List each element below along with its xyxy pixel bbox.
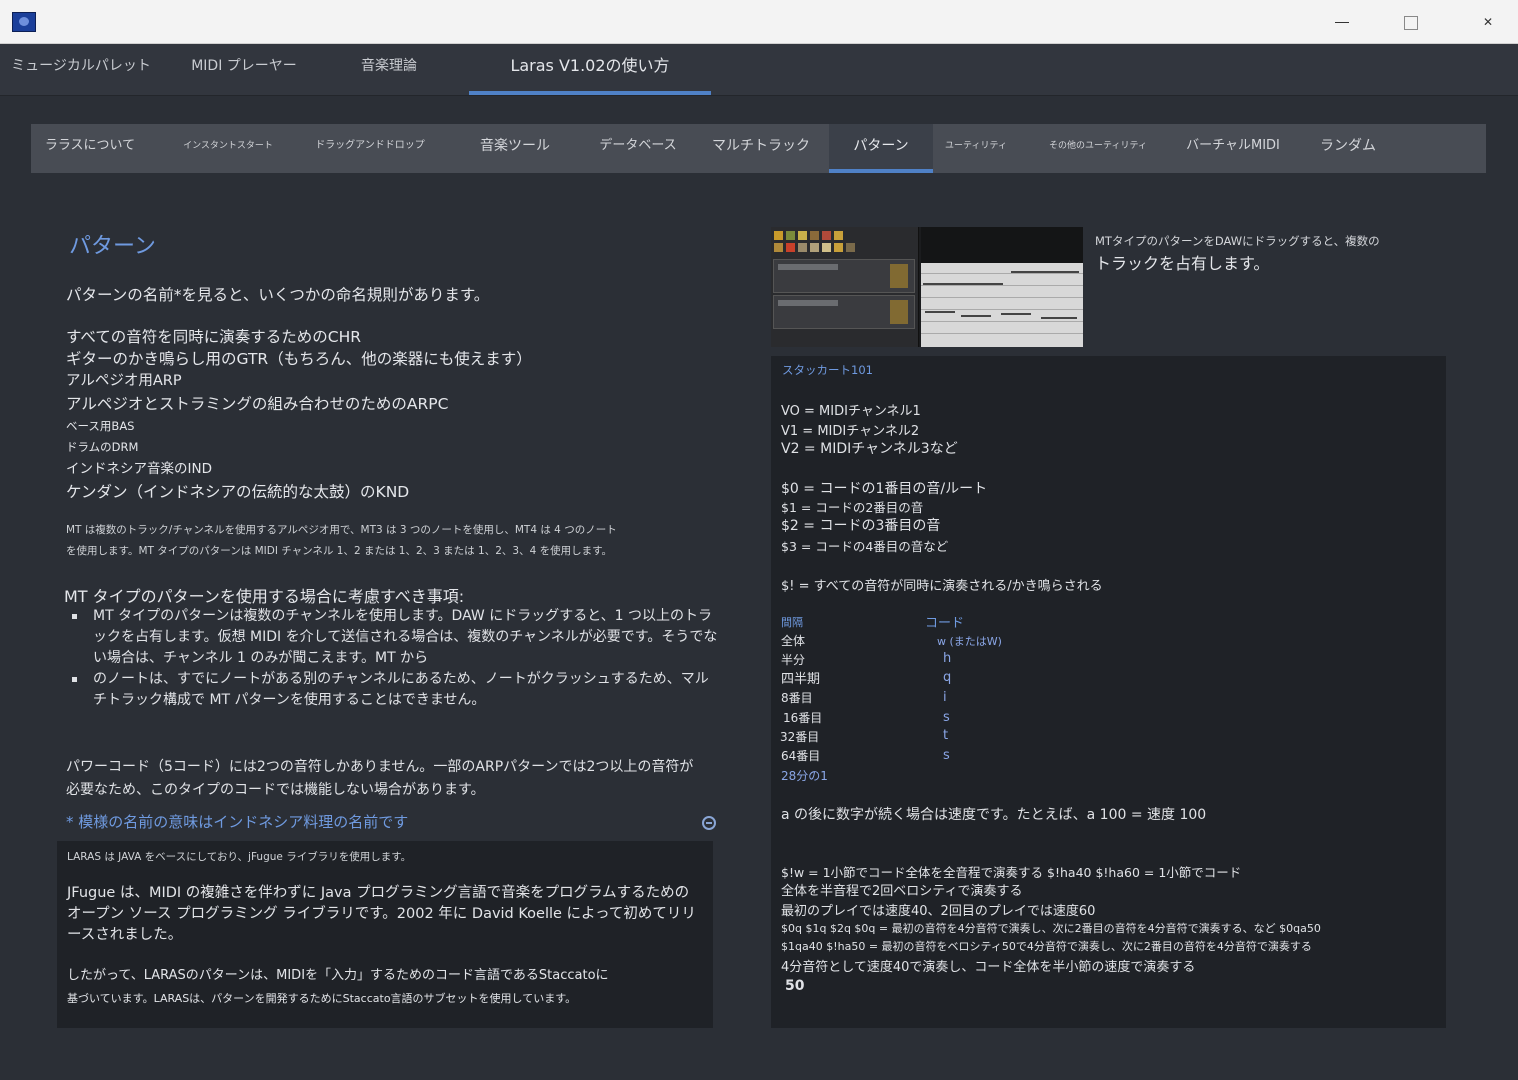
tab-musical-palette[interactable]: ミュージカルパレット	[0, 44, 162, 94]
example-line: $!w = 1小節でコード全体を全音程で演奏する $!ha40 $!ha60 =…	[781, 865, 1242, 880]
code-item: q	[943, 670, 952, 685]
rule-item: インドネシア音楽のIND	[66, 461, 212, 477]
staccato-note-line: したがって、LARASのパターンは、MIDIを「入力」するためのコード言語である…	[67, 968, 609, 983]
rule-item: アルペジオとストラミングの組み合わせのためのARPC	[66, 395, 449, 413]
subtab-about[interactable]: ララスについて	[31, 124, 149, 173]
subtab-other-utility[interactable]: その他のユーティリティ	[1033, 124, 1163, 173]
rule-item: ドラムのDRM	[66, 440, 139, 454]
daw-track	[773, 259, 915, 293]
smile-icon	[702, 816, 716, 830]
interval-item: 28分の1	[781, 769, 828, 783]
example-line: 50	[785, 978, 805, 994]
tab-midi-player[interactable]: MIDI プレーヤー	[176, 44, 312, 94]
subtab-database[interactable]: データベース	[587, 124, 689, 173]
velocity-line: a の後に数字が続く場合は速度です。たとえば、a 100 = 速度 100	[781, 807, 1207, 823]
interval-item: 全体	[781, 634, 806, 648]
rule-item: ベース用BAS	[66, 419, 135, 433]
code-header: コード	[925, 616, 965, 631]
code-item: w (またはW)	[937, 635, 1002, 648]
jfugue-intro: LARAS は JAVA をベースにしており、jFugue ライブラリを使用しま…	[67, 851, 412, 863]
power-chord-note: パワーコード（5コード）には2つの音符しかありません。一部のARPパターンでは2…	[66, 759, 694, 798]
screenshot-caption-emphasis: トラックを占有します。	[1095, 254, 1270, 273]
mt-considerations-list: MT タイプのパターンは複数のチャンネルを使用します。DAW にドラッグすると、…	[72, 606, 722, 711]
interval-item: 8番目	[781, 691, 813, 705]
page-title: パターン	[69, 234, 156, 259]
sub-tab-bar: ララスについて インスタントスタート ドラッグアンドドロップ 音楽ツール データ…	[31, 124, 1486, 173]
interval-item: 32番目	[780, 730, 820, 744]
note-line: $0 = コードの1番目の音/ルート	[781, 481, 988, 497]
jfugue-info-box: LARAS は JAVA をベースにしており、jFugue ライブラリを使用しま…	[57, 841, 713, 1028]
example-line: 最初のプレイでは速度40、2回目のプレイでは速度60	[781, 904, 1096, 919]
staccato-title: スタッカート101	[782, 363, 873, 377]
note-line: $1 = コードの2番目の音	[781, 500, 924, 515]
close-button[interactable]: ✕	[1468, 8, 1508, 36]
mt-description-line: を使用します。MT タイプのパターンは MIDI チャンネル 1、2 または 1…	[66, 545, 613, 557]
example-line: 全体を半音程で2回ベロシティで演奏する	[781, 884, 1023, 899]
daw-track-panel	[771, 227, 919, 347]
rule-item: ギターのかき鳴らし用のGTR（もちろん、他の楽器にも使えます）	[66, 350, 532, 368]
mt-description-line: MT は複数のトラック/チャンネルを使用するアルペジオ用で、MT3 は 3 つの…	[66, 524, 617, 536]
code-item: t	[943, 728, 949, 743]
subtab-utility[interactable]: ユーティリティ	[937, 124, 1015, 173]
screenshot-caption: MTタイプのパターンをDAWにドラッグすると、複数の	[1095, 234, 1380, 248]
staccato-note-line: 基づいています。LARASは、パターンを開発するためにStaccato言語のサブ…	[67, 992, 577, 1005]
subtab-instant-start[interactable]: インスタントスタート	[171, 124, 285, 173]
daw-piano-roll	[921, 263, 1083, 347]
bullet-item: MT タイプのパターンは複数のチャンネルを使用します。DAW にドラッグすると、…	[72, 606, 722, 669]
daw-toolbar-icons	[774, 231, 864, 253]
example-line: $0q $1q $2q $0q = 最初の音符を4分音符で演奏し、次に2番目の音…	[781, 922, 1321, 935]
jfugue-description: JFugue は、MIDI の複雑さを伴わずに Java プログラミング言語で音…	[67, 885, 696, 943]
daw-piano-roll-header	[921, 227, 1083, 263]
staccato-reference-box: スタッカート101 VO = MIDIチャンネル1 V1 = MIDIチャンネル…	[771, 356, 1446, 1028]
code-item: s	[943, 710, 950, 725]
rule-item: ケンダン（インドネシアの伝統的な太鼓）のKND	[66, 483, 410, 501]
example-line: $1qa40 $!ha50 = 最初の音符をベロシティ50で4分音符で演奏し、次…	[781, 940, 1312, 953]
interval-header: 間隔	[781, 616, 803, 629]
daw-track	[773, 295, 915, 329]
voice-line: VO = MIDIチャンネル1	[781, 404, 921, 419]
example-line: 4分音符として速度40で演奏し、コード全体を半小節の速度で演奏する	[781, 960, 1196, 975]
staccato-note: したがって、LARASのパターンは、MIDIを「入力」するためのコード言語である…	[67, 964, 703, 1010]
window-title-bar: ✕	[0, 0, 1518, 44]
note-line: $2 = コードの3番目の音	[781, 518, 941, 534]
tab-music-theory[interactable]: 音楽理論	[336, 44, 442, 94]
tab-how-to-use[interactable]: Laras V1.02の使い方	[469, 44, 711, 95]
maximize-button[interactable]	[1390, 8, 1430, 36]
code-item: s	[943, 748, 950, 763]
bullet-item: のノートは、すでにノートがある別のチャンネルにあるため、ノートがクラッシュするた…	[72, 669, 722, 711]
subtab-multitrack[interactable]: マルチトラック	[705, 124, 817, 173]
note-line: $3 = コードの4番目の音など	[781, 539, 949, 554]
subtab-music-tools[interactable]: 音楽ツール	[461, 124, 569, 173]
interval-item: 四半期	[781, 672, 821, 687]
all-notes-line: $! = すべての音符が同時に演奏される/かき鳴らされる	[781, 579, 1103, 594]
rule-item: すべての音符を同時に演奏するためのCHR	[66, 328, 362, 346]
voice-line: V1 = MIDIチャンネル2	[781, 424, 920, 439]
intro-text: パターンの名前*を見ると、いくつかの命名規則があります。	[66, 286, 490, 304]
daw-screenshot-image	[771, 227, 1083, 347]
subtab-pattern[interactable]: パターン	[829, 124, 933, 173]
pattern-name-footnote: * 模様の名前の意味はインドネシア料理の名前です	[66, 813, 409, 831]
naming-rules-list: すべての音符を同時に演奏するためのCHR ギターのかき鳴らし用のGTR（もちろん…	[66, 326, 706, 504]
subtab-drag-and-drop[interactable]: ドラッグアンドドロップ	[301, 124, 439, 173]
app-logo-icon	[12, 12, 36, 32]
subtab-random[interactable]: ランダム	[1307, 124, 1389, 173]
code-item: h	[943, 651, 952, 666]
interval-item: 64番目	[781, 749, 821, 763]
voice-line: V2 = MIDIチャンネル3など	[781, 441, 958, 457]
main-tab-bar: ミュージカルパレット MIDI プレーヤー 音楽理論 Laras V1.02の使…	[0, 44, 1518, 96]
minimize-button[interactable]	[1322, 8, 1362, 36]
rule-item: アルペジオ用ARP	[66, 373, 182, 389]
code-item: i	[943, 690, 947, 705]
mt-considerations-heading: MT タイプのパターンを使用する場合に考慮すべき事項:	[64, 587, 465, 606]
mt-description: MT は複数のトラック/チャンネルを使用するアルペジオ用で、MT3 は 3 つの…	[66, 520, 706, 562]
subtab-virtual-midi[interactable]: バーチャルMIDI	[1177, 124, 1289, 173]
interval-item: 半分	[781, 653, 806, 667]
interval-item: 16番目	[783, 711, 823, 725]
